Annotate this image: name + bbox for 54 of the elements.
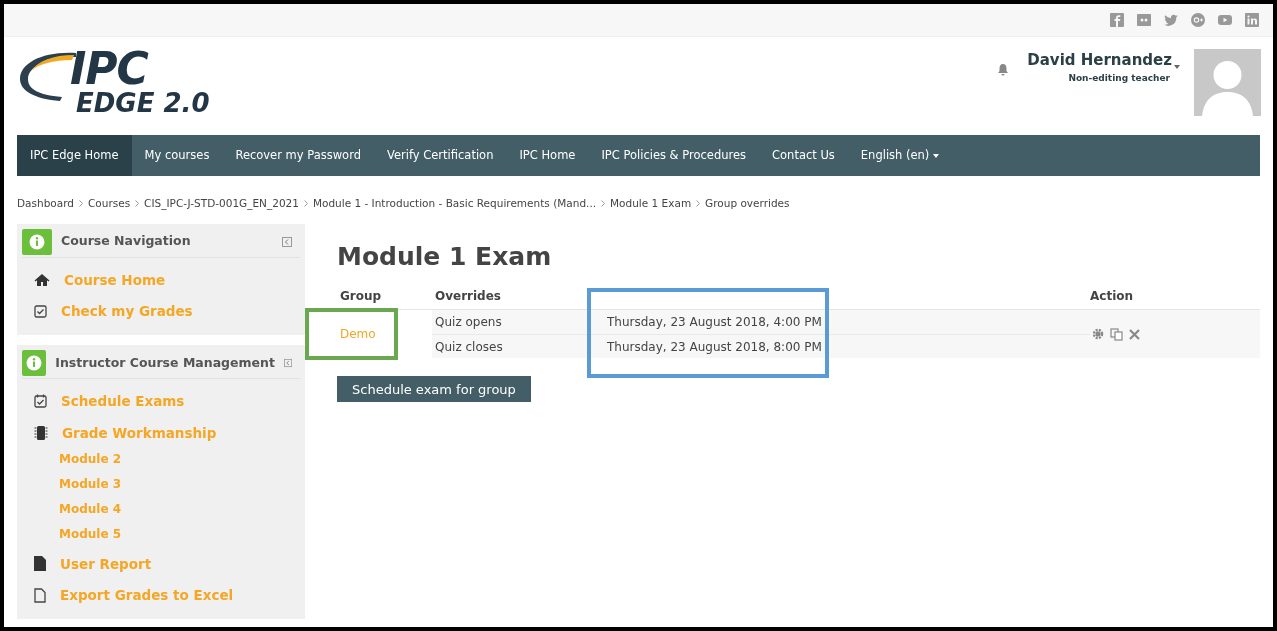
twitter-icon[interactable] — [1164, 13, 1178, 27]
collapse-icon[interactable] — [283, 358, 292, 369]
table-cell: Thursday, 23 August 2018, 8:00 PM — [602, 334, 1090, 359]
close-icon[interactable] — [1129, 328, 1140, 340]
schedule-exam-button[interactable]: Schedule exam for group — [337, 376, 531, 403]
youtube-icon[interactable] — [1218, 13, 1232, 27]
breadcrumb-link[interactable]: Module 1 - Introduction - Basic Requirements (Mand... — [312, 196, 597, 212]
info-icon — [22, 350, 47, 377]
chevron-icon — [303, 200, 308, 208]
nav-link[interactable]: Recover my Password — [222, 135, 374, 176]
breadcrumb-link[interactable]: Dashboard — [17, 196, 74, 212]
nav-link[interactable]: IPC Edge Home — [17, 135, 132, 176]
document-icon — [34, 556, 46, 572]
breadcrumb-link[interactable]: Group overrides — [705, 196, 790, 212]
facebook-icon[interactable] — [1110, 13, 1124, 27]
nav-link[interactable]: Verify Certification — [373, 135, 507, 176]
nav-link[interactable]: English (en) — [847, 135, 953, 176]
linkedin-icon[interactable] — [1245, 13, 1259, 27]
document-icon — [34, 587, 46, 603]
column-header: Overrides — [434, 288, 502, 306]
nav-link[interactable]: IPC Home — [506, 135, 589, 176]
panel-title: Course Navigation — [61, 232, 192, 251]
avatar-icon[interactable] — [1194, 49, 1261, 116]
breadcrumb-link[interactable]: Courses — [87, 196, 131, 212]
page-title: Module 1 Exam — [337, 240, 553, 273]
table-cell-text: Quiz opens — [434, 314, 503, 332]
nav-link[interactable]: My courses — [131, 135, 223, 176]
calendar-icon — [34, 394, 47, 409]
column-header: Action — [1090, 288, 1135, 306]
user-role: Non-editing teacher — [1068, 71, 1170, 85]
collapse-icon[interactable] — [282, 236, 292, 247]
chevron-icon — [78, 200, 83, 208]
chevron-icon — [696, 200, 701, 208]
logo[interactable]: IPC EDGE 2.0 — [18, 47, 238, 117]
chip-icon — [34, 424, 48, 441]
panel-title: Instructor Course Management — [55, 353, 275, 372]
checkbox-icon — [34, 304, 47, 318]
settings-icon[interactable] — [1092, 328, 1104, 341]
breadcrumb-link[interactable]: Module 1 Exam — [610, 196, 692, 212]
flickr-icon[interactable] — [1137, 13, 1151, 27]
info-icon — [22, 228, 52, 255]
copy-icon[interactable] — [1110, 327, 1123, 341]
breadcrumb-link[interactable]: CIS_IPC-J-STD-001G_EN_2021 — [144, 196, 299, 212]
table-cell-text: Thursday, 23 August 2018, 4:00 PM — [606, 314, 823, 332]
chevron-icon — [601, 200, 606, 208]
nav-link[interactable]: IPC Policies & Procedures — [588, 135, 760, 176]
google-plus-icon[interactable] — [1191, 13, 1205, 27]
user-name[interactable]: David Hernandez — [1027, 49, 1180, 72]
caret-icon[interactable] — [1174, 64, 1180, 69]
column-header: Group — [339, 288, 383, 306]
bell-icon[interactable] — [997, 63, 1010, 76]
home-icon — [34, 272, 50, 287]
nav-link[interactable]: Contact Us — [759, 135, 848, 176]
chevron-icon — [135, 200, 140, 208]
